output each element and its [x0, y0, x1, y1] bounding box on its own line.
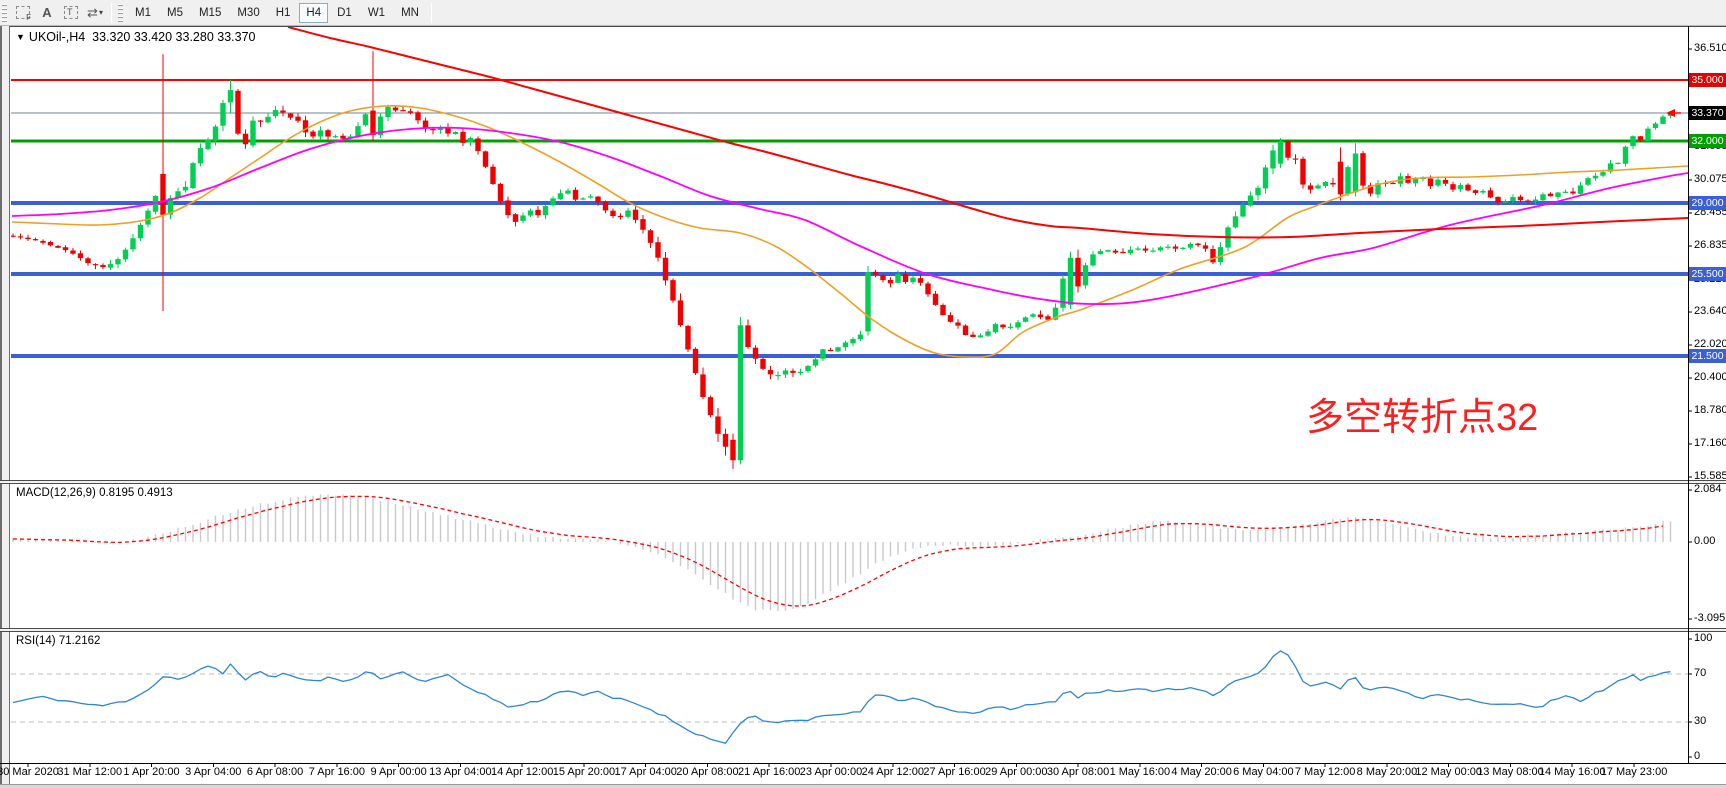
y-axis-tick: 30 [1694, 715, 1706, 727]
window-bottom-edge [0, 784, 1726, 788]
price-badge-29.000: 29.000 [1689, 196, 1726, 210]
time-axis-label: 3 Apr 04:00 [185, 766, 241, 778]
time-axis-label: 23 Apr 00:00 [800, 766, 862, 778]
time-axis-label: 14 May 16:00 [1539, 766, 1606, 778]
time-axis-label: 14 Apr 12:00 [491, 766, 553, 778]
time-axis-label: 31 Mar 12:00 [57, 766, 122, 778]
time-axis-label: 24 Apr 12:00 [862, 766, 924, 778]
time-axis-label: 1 May 16:00 [1110, 766, 1171, 778]
rsi-line[interactable] [13, 651, 1671, 743]
rsi-pane[interactable] [11, 651, 1688, 743]
y-axis-tick: 26.835 [1694, 239, 1726, 251]
time-axis-label: 6 Apr 08:00 [247, 766, 303, 778]
chart-canvas[interactable] [0, 0, 1726, 788]
price-badge-21.500: 21.500 [1689, 349, 1726, 363]
macd-label: MACD(12,26,9) 0.8195 0.4913 [16, 487, 173, 499]
y-axis-tick: 2.084 [1694, 483, 1722, 495]
y-axis-tick: -3.0957 [1694, 612, 1726, 624]
time-axis-label: 15 Apr 20:00 [553, 766, 615, 778]
annotation-text: 多空转折点32 [1306, 399, 1538, 437]
rsi-label: RSI(14) 71.2162 [16, 635, 100, 647]
macd-pane[interactable] [13, 494, 1671, 611]
ma-magenta-line[interactable] [12, 128, 1688, 304]
y-axis-tick: 0 [1694, 750, 1700, 762]
y-axis-tick: 70 [1694, 667, 1706, 679]
y-axis-tick: 0.00 [1694, 535, 1715, 547]
time-axis-line [0, 763, 1726, 764]
time-axis-label: 12 May 00:00 [1415, 766, 1482, 778]
time-axis-label: 7 May 12:00 [1295, 766, 1356, 778]
time-axis-label: 9 Apr 00:00 [370, 766, 426, 778]
time-axis-label: 4 May 20:00 [1171, 766, 1232, 778]
pane-splitter-rsi[interactable] [0, 628, 1726, 632]
time-axis-label: 8 May 20:00 [1357, 766, 1418, 778]
time-axis-label: 17 Apr 04:00 [614, 766, 676, 778]
y-axis-tick: 18.780 [1694, 404, 1726, 416]
symbol-timeframe: UKOil-,H4 [29, 30, 85, 44]
ma-orange-line[interactable] [12, 106, 1688, 357]
pane-splitter-macd[interactable] [0, 480, 1726, 484]
price-badge-33.370: 33.370 [1689, 106, 1726, 120]
time-axis-label: 13 May 08:00 [1477, 766, 1544, 778]
price-badge-25.500: 25.500 [1689, 267, 1726, 281]
chart-title: ▼ UKOil-,H4 33.320 33.420 33.280 33.370 [16, 30, 256, 44]
time-axis-label: 27 Apr 16:00 [923, 766, 985, 778]
y-axis-tick: 23.640 [1694, 305, 1726, 317]
price-badge-35.000: 35.000 [1689, 73, 1726, 87]
y-axis-tick: 17.160 [1694, 437, 1726, 449]
time-axis-label: 30 Apr 08:00 [1047, 766, 1109, 778]
time-axis-label: 21 Apr 16:00 [738, 766, 800, 778]
time-axis-label: 1 Apr 20:00 [123, 766, 179, 778]
time-axis-label: 13 Apr 04:00 [429, 766, 491, 778]
time-axis-label: 6 May 04:00 [1233, 766, 1294, 778]
time-axis-label: 29 Apr 00:00 [985, 766, 1047, 778]
y-axis-tick: 100 [1694, 632, 1712, 644]
ohlc-values: 33.320 33.420 33.280 33.370 [92, 30, 255, 44]
symbol-dropdown-icon[interactable]: ▼ [16, 32, 25, 42]
time-axis-label: 30 Mar 2020 [0, 766, 59, 778]
time-axis-label: 20 Apr 08:00 [676, 766, 738, 778]
y-axis-tick: 15.585 [1694, 470, 1726, 482]
time-axis-label: 7 Apr 16:00 [309, 766, 365, 778]
y-axis-tick: 20.400 [1694, 371, 1726, 383]
mt4-window: F A T ⇄▾ M1M5M15M30H1H4D1W1MN ▼UKOil-,H4… [0, 0, 1726, 788]
time-axis-label: 17 May 23:00 [1601, 766, 1668, 778]
y-axis-tick: 36.510 [1694, 42, 1726, 54]
y-axis-tick: 30.075 [1694, 173, 1726, 185]
price-badge-32.000: 32.000 [1689, 134, 1726, 148]
